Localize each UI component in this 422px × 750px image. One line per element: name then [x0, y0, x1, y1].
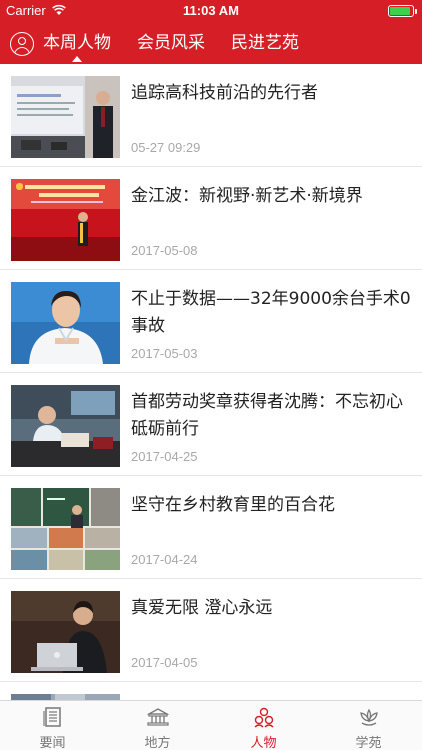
article-item-partial[interactable] — [0, 682, 422, 700]
tab-label: 要闻 — [39, 736, 66, 750]
article-title: 金江波：新视野·新艺术·新境界 — [131, 186, 363, 206]
tab-label: 人物 — [250, 736, 277, 750]
article-item[interactable]: 首都劳动奖章获得者沈腾：不忘初心 砥砺前行 2017-04-25 — [0, 373, 422, 476]
article-thumbnail — [11, 179, 120, 261]
tab-label: 学苑 — [355, 736, 382, 750]
article-title: 首都劳动奖章获得者沈腾：不忘初心 砥砺前行 — [131, 392, 403, 439]
newspaper-icon — [43, 707, 61, 727]
article-thumbnail — [11, 385, 120, 467]
article-item[interactable]: 金江波：新视野·新艺术·新境界 2017-05-08 — [0, 167, 422, 270]
tab-weekly-people[interactable]: 本周人物 — [43, 31, 111, 55]
article-thumbnail — [11, 591, 120, 673]
article-item[interactable]: 不止于数据——32年9000余台手术0事故 2017-05-03 — [0, 270, 422, 373]
article-item[interactable]: 坚守在乡村教育里的百合花 2017-04-24 — [0, 476, 422, 579]
lotus-icon — [360, 708, 378, 726]
tab-label: 地方 — [144, 736, 171, 750]
article-list[interactable]: 追踪高科技前沿的先行者 05-27 09:29 金江波：新视野·新艺术·新境界 … — [0, 64, 422, 700]
article-thumbnail — [11, 488, 120, 570]
bottom-tab-bar: 要闻 地方 人物 学苑 — [0, 700, 422, 750]
article-thumbnail — [11, 282, 120, 364]
article-item[interactable]: 真爱无限 澄心永远 2017-04-05 — [0, 579, 422, 682]
tab-news[interactable]: 要闻 — [0, 701, 105, 750]
people-icon — [254, 707, 274, 728]
tab-member-style[interactable]: 会员风采 — [137, 31, 205, 55]
article-thumbnail — [11, 76, 120, 158]
article-date: 05-27 09:29 — [131, 140, 201, 155]
building-icon — [147, 708, 169, 726]
status-bar: Carrier 11:03 AM — [0, 0, 422, 22]
article-date: 2017-05-03 — [131, 346, 198, 361]
article-date: 2017-04-24 — [131, 552, 198, 567]
tab-art-garden[interactable]: 民进艺苑 — [231, 31, 299, 55]
tab-local[interactable]: 地方 — [105, 701, 210, 750]
tab-people[interactable]: 人物 — [211, 701, 316, 750]
user-circle-icon[interactable] — [10, 32, 34, 56]
clock: 11:03 AM — [183, 3, 239, 18]
battery-tip — [415, 9, 417, 14]
article-title: 追踪高科技前沿的先行者 — [131, 83, 318, 103]
article-date: 2017-04-25 — [131, 449, 198, 464]
tab-academy[interactable]: 学苑 — [316, 701, 421, 750]
article-title: 坚守在乡村教育里的百合花 — [131, 495, 335, 515]
article-date: 2017-04-05 — [131, 655, 198, 670]
article-title: 不止于数据——32年9000余台手术0事故 — [131, 289, 411, 336]
article-date: 2017-05-08 — [131, 243, 198, 258]
selected-tab-indicator — [72, 56, 82, 62]
header-nav: 本周人物 会员风采 民进艺苑 — [0, 22, 422, 64]
article-title: 真爱无限 澄心永远 — [131, 598, 273, 618]
battery-icon — [388, 5, 414, 17]
article-item[interactable]: 追踪高科技前沿的先行者 05-27 09:29 — [0, 64, 422, 167]
